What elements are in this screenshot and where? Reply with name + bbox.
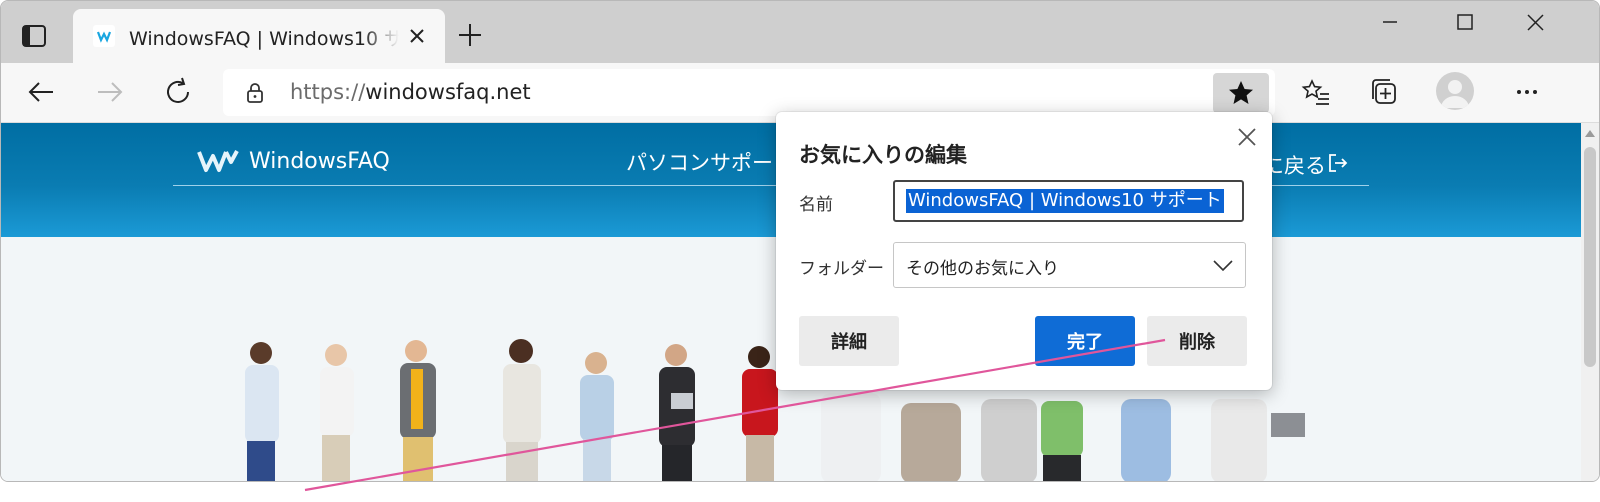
favorite-name-input[interactable]: WindowsFAQ | Windows10 サポート <box>893 180 1244 222</box>
minimize-icon[interactable] <box>1367 9 1413 39</box>
active-tab[interactable]: WindowsFAQ | Windows10 サポート <box>73 9 445 63</box>
done-button[interactable]: 完了 <box>1035 316 1135 366</box>
close-dialog-icon[interactable] <box>1235 125 1259 149</box>
refresh-icon[interactable] <box>161 75 195 109</box>
dialog-title: お気に入りの編集 <box>799 143 967 167</box>
favorite-star-button[interactable] <box>1213 73 1269 113</box>
tab-strip: WindowsFAQ | Windows10 サポート <box>1 1 1599 63</box>
site-name[interactable]: WindowsFAQ <box>249 149 390 174</box>
edit-favorite-dialog: お気に入りの編集 名前 WindowsFAQ | Windows10 サポート … <box>776 112 1272 390</box>
new-tab-icon[interactable] <box>456 21 484 49</box>
site-logo-icon[interactable] <box>197 148 239 174</box>
scroll-up-arrow-icon[interactable] <box>1585 129 1595 137</box>
more-options-icon[interactable] <box>1510 75 1544 109</box>
profile-avatar[interactable] <box>1436 72 1474 110</box>
forward-arrow-icon[interactable] <box>93 75 127 109</box>
scrollbar-thumb[interactable] <box>1584 147 1596 367</box>
url-text: https://windowsfaq.net <box>290 80 531 104</box>
tab-actions-icon[interactable] <box>19 21 49 51</box>
back-arrow-icon[interactable] <box>24 75 58 109</box>
lock-icon[interactable] <box>243 81 267 105</box>
chevron-down-icon <box>1213 260 1233 272</box>
favorite-name-value: WindowsFAQ | Windows10 サポート <box>906 189 1224 213</box>
browser-window: WindowsFAQ | Windows10 サポート <box>0 0 1600 482</box>
nav-pc-support[interactable]: パソコンサポート <box>626 147 794 177</box>
folder-label: フォルダー <box>799 259 884 279</box>
collections-icon[interactable] <box>1368 75 1402 109</box>
address-bar[interactable]: https://windowsfaq.net <box>223 69 1275 116</box>
site-favicon-icon <box>93 25 115 47</box>
folder-select-value: その他のお気に入り <box>906 259 1059 279</box>
delete-button[interactable]: 削除 <box>1147 316 1247 366</box>
back-link[interactable]: に戻る <box>1263 150 1326 180</box>
maximize-icon[interactable] <box>1441 9 1487 39</box>
tab-title: WindowsFAQ | Windows10 サポート <box>129 24 399 51</box>
details-button[interactable]: 詳細 <box>799 316 899 366</box>
name-label: 名前 <box>799 195 833 215</box>
close-window-icon[interactable] <box>1512 9 1558 39</box>
star-filled-icon <box>1229 81 1253 104</box>
favorites-list-icon[interactable] <box>1299 75 1333 109</box>
sign-out-icon[interactable] <box>1327 152 1349 174</box>
vertical-scrollbar[interactable] <box>1581 123 1599 481</box>
folder-select[interactable]: その他のお気に入り <box>893 242 1246 288</box>
user-icon <box>1441 80 1469 108</box>
close-tab-icon[interactable] <box>406 25 428 47</box>
